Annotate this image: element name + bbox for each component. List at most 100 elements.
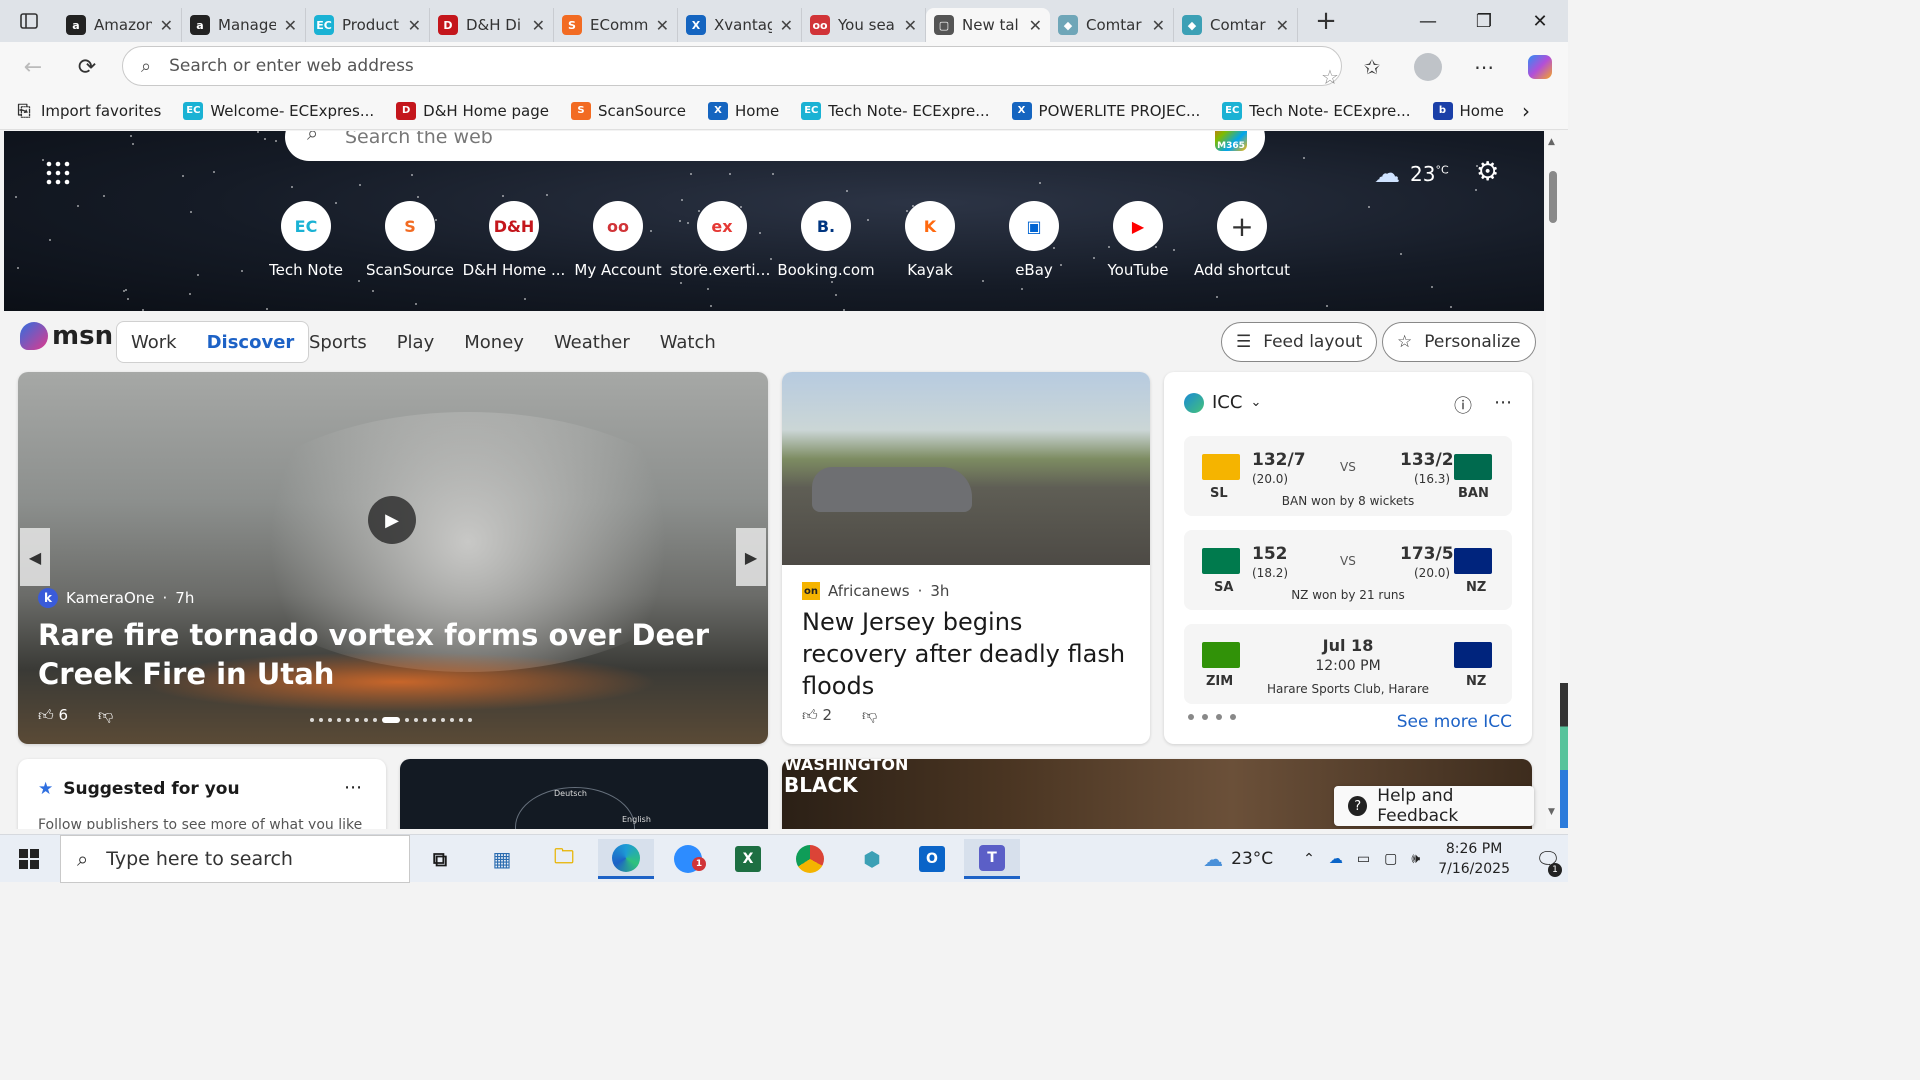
shortcut-tile[interactable]: ex store.exertis... — [670, 201, 774, 279]
apps-grid-icon[interactable] — [46, 161, 70, 192]
tab-close-icon[interactable]: ✕ — [1276, 16, 1289, 35]
story-headline[interactable]: Rare fire tornado vortex forms over Deer… — [38, 616, 748, 694]
match-card-3[interactable]: ZIM Jul 18 12:00 PM Harare Sports Club, … — [1184, 624, 1512, 704]
volume-icon[interactable]: 🕪︎ — [1411, 851, 1420, 867]
personalize-button[interactable]: ☆ Personalize — [1382, 322, 1536, 362]
shortcut-tile[interactable]: S ScanSource — [358, 201, 462, 279]
info-icon[interactable]: ⓘ — [1454, 392, 1472, 418]
excel-icon[interactable]: X — [720, 839, 776, 879]
tab-close-icon[interactable]: ✕ — [408, 16, 421, 35]
browser-tab[interactable]: X Xvantag ✕ — [678, 8, 802, 42]
nav-weather[interactable]: Weather — [554, 332, 630, 353]
globe-story-card[interactable]: Deutsch English — [400, 759, 768, 829]
shortcut-tile[interactable]: + Add shortcut — [1190, 201, 1294, 279]
tab-work[interactable]: Work — [131, 332, 177, 353]
msn-logo[interactable]: msn — [20, 321, 113, 351]
carousel-prev-button[interactable]: ◀ — [20, 528, 50, 586]
favorite-star-icon[interactable]: ☆ — [1321, 65, 1339, 89]
favorite-link[interactable]: EC Welcome- ECExpres... — [183, 101, 374, 120]
shortcut-tile[interactable]: EC Tech Note — [254, 201, 358, 279]
m365-icon[interactable]: M365 — [1215, 131, 1247, 151]
edge-taskbar-icon[interactable] — [598, 839, 654, 879]
shortcut-tile[interactable]: D&H D&H Home ... — [462, 201, 566, 279]
browser-tab[interactable]: a Amazon ✕ — [58, 8, 182, 42]
nav-money[interactable]: Money — [464, 332, 524, 353]
tab-close-icon[interactable]: ✕ — [904, 16, 917, 35]
web-search-input[interactable]: ⌕ Search the web M365 — [285, 131, 1265, 161]
feed-layout-button[interactable]: ☰ Feed layout — [1221, 322, 1378, 362]
thumbs-up-icon[interactable]: 👍︎ — [802, 706, 818, 724]
nav-sports[interactable]: Sports — [309, 332, 367, 353]
chevron-up-icon[interactable]: ⌃ — [1303, 851, 1315, 867]
close-window-button[interactable]: ✕ — [1512, 0, 1568, 42]
featured-story-card[interactable]: ▶ ◀ ▶ k KameraOne · 7h Rare fire tornado… — [18, 372, 768, 744]
profile-button[interactable] — [1400, 42, 1456, 92]
browser-tab[interactable]: ◆ Comtar ✕ — [1050, 8, 1174, 42]
browser-tab[interactable]: ▢ New tal ✕ — [926, 8, 1050, 42]
page-scrollbar[interactable]: ▲ ▼ — [1546, 131, 1560, 829]
favorite-link[interactable]: EC Tech Note- ECExpre... — [1222, 101, 1411, 120]
battery-icon[interactable]: ▭ — [1357, 851, 1370, 867]
new-tab-button[interactable]: + — [1298, 0, 1354, 42]
thumbs-up-icon[interactable]: 👍︎ — [38, 706, 54, 724]
browser-tab[interactable]: oo You sea ✕ — [802, 8, 926, 42]
refresh-button[interactable]: ⟳ — [60, 42, 114, 92]
match-card-2[interactable]: SA 152 (18.2) VS 173/5 (20.0) NZ NZ won … — [1184, 530, 1512, 610]
network-icon[interactable]: ▢ — [1384, 851, 1397, 867]
shortcut-tile[interactable]: ▶ YouTube — [1086, 201, 1190, 279]
copilot-button[interactable] — [1512, 42, 1568, 92]
tab-close-icon[interactable]: ✕ — [656, 16, 669, 35]
notification-icon[interactable]: 🗨︎ 1 — [1528, 835, 1568, 883]
zoom-taskbar-icon[interactable]: 1 — [660, 839, 716, 879]
browser-tab[interactable]: a Manage ✕ — [182, 8, 306, 42]
nav-watch[interactable]: Watch — [660, 332, 716, 353]
favorite-link[interactable]: EC Tech Note- ECExpre... — [801, 101, 990, 120]
browser-tab[interactable]: D D&H Di ✕ — [430, 8, 554, 42]
address-input[interactable]: ⌕ Search or enter web address ☆ — [122, 46, 1342, 89]
favorite-link[interactable]: ⎘ Import favorites — [14, 101, 162, 120]
scroll-thumb[interactable] — [1549, 171, 1557, 223]
tab-close-icon[interactable]: ✕ — [160, 16, 173, 35]
taskbar-search-input[interactable]: ⌕ Type here to search — [60, 835, 410, 883]
shortcut-tile[interactable]: ▣ eBay — [982, 201, 1086, 279]
clock[interactable]: 8:26 PM 7/16/2025 — [1438, 839, 1510, 879]
scroll-up-icon[interactable]: ▲ — [1548, 137, 1555, 147]
shortcut-tile[interactable]: B. Booking.com — [774, 201, 878, 279]
icc-pager-dots[interactable] — [1188, 714, 1236, 720]
see-more-icc-link[interactable]: See more ICC — [1397, 712, 1512, 732]
carousel-next-button[interactable]: ▶ — [736, 528, 766, 586]
comtrade-app-icon[interactable]: ⬢ — [844, 839, 900, 879]
browser-tab[interactable]: S EComm ✕ — [554, 8, 678, 42]
more-menu-button[interactable]: ⋯ — [1456, 42, 1512, 92]
thumbs-down-icon[interactable]: 👎︎ — [862, 706, 877, 725]
tab-actions-button[interactable] — [0, 0, 58, 42]
help-feedback-button[interactable]: ? Help and Feedback — [1334, 786, 1534, 826]
task-view-icon[interactable]: ⧉ — [412, 839, 468, 879]
tab-discover[interactable]: Discover — [207, 332, 295, 353]
teams-icon[interactable]: T — [964, 839, 1020, 879]
scroll-down-icon[interactable]: ▼ — [1548, 807, 1555, 817]
shortcut-tile[interactable]: K Kayak — [878, 201, 982, 279]
favorite-link[interactable]: D D&H Home page — [396, 101, 549, 120]
tab-close-icon[interactable]: ✕ — [1152, 16, 1165, 35]
favorites-overflow-button[interactable]: › — [1522, 99, 1530, 123]
icc-header[interactable]: ICC ⌄ — [1184, 392, 1261, 413]
more-options-icon[interactable]: ⋯ — [1494, 392, 1512, 418]
back-button[interactable]: ← — [6, 42, 60, 92]
chrome-icon[interactable] — [782, 839, 838, 879]
settings-gear-icon[interactable]: ⚙ — [1476, 157, 1499, 187]
favorite-link[interactable]: b Home — [1432, 101, 1504, 120]
onedrive-icon[interactable]: ☁ — [1329, 851, 1343, 867]
calculator-icon[interactable]: ▦ — [474, 839, 530, 879]
tab-close-icon[interactable]: ✕ — [532, 16, 545, 35]
browser-tab[interactable]: EC Product ✕ — [306, 8, 430, 42]
shortcut-tile[interactable]: oo My Account — [566, 201, 670, 279]
favorite-link[interactable]: X POWERLITE PROJEC... — [1011, 101, 1200, 120]
weather-widget[interactable]: ☁ 23°C — [1374, 159, 1449, 189]
news-card[interactable]: on Africanews · 3h New Jersey begins rec… — [782, 372, 1150, 744]
tab-close-icon[interactable]: ✕ — [284, 16, 297, 35]
thumbs-down-icon[interactable]: 👎︎ — [98, 706, 113, 725]
tab-close-icon[interactable]: ✕ — [1029, 16, 1042, 35]
outlook-icon[interactable]: O — [904, 839, 960, 879]
tray-weather[interactable]: ☁ 23°C — [1203, 847, 1273, 871]
